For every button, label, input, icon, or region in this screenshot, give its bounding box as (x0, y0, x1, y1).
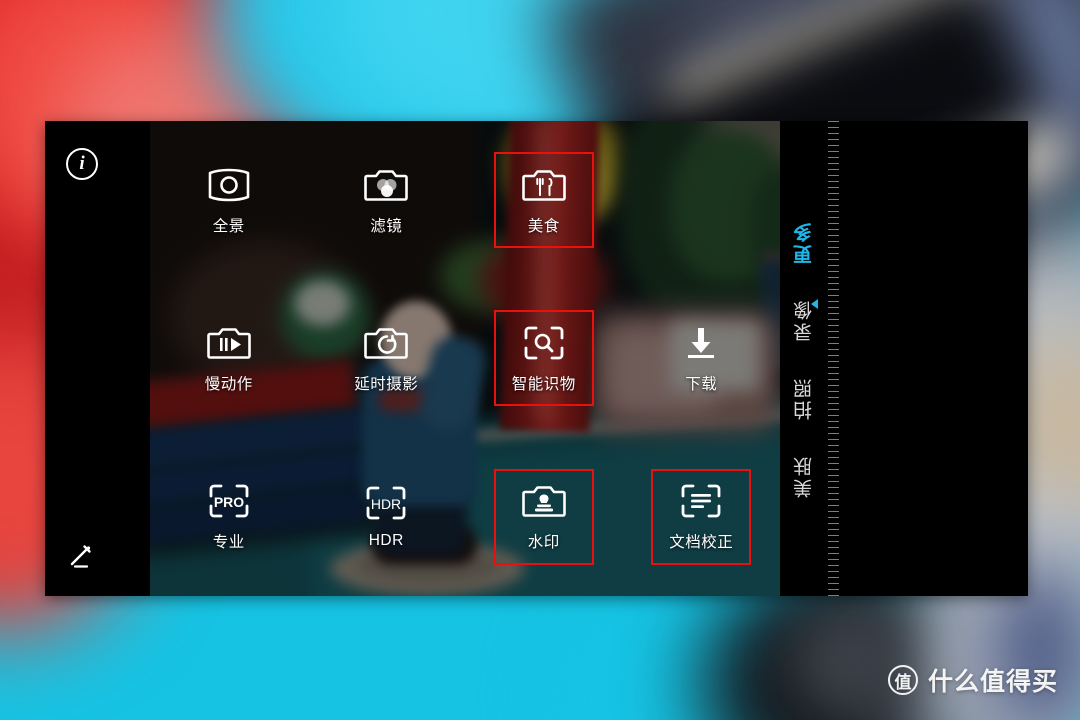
mode-item-label: 下载 (685, 375, 718, 393)
mode-rail-item-more[interactable]: 更多 (791, 220, 818, 264)
phone-screenshot-panel: 全景 滤镜 美食 慢动作 延时摄影 智能识物 下载 PRO 专业 HDR HDR… (45, 121, 1028, 596)
download-icon (688, 327, 715, 358)
pro-icon: PRO (209, 484, 249, 518)
mode-item-document-scan[interactable]: 文档校正 (651, 468, 752, 565)
smzdm-watermark-text: 什么值得买 (927, 668, 1058, 696)
mode-item-filter[interactable]: 滤镜 (338, 154, 434, 246)
mode-item-slow-motion[interactable]: 慢动作 (181, 312, 277, 404)
backdrop-blob (790, 600, 910, 720)
camera-mode-grid: 全景 滤镜 美食 慢动作 延时摄影 智能识物 下载 PRO 专业 HDR HDR… (150, 121, 780, 596)
mode-item-label: 滤镜 (370, 217, 403, 235)
mode-item-hdr[interactable]: HDR HDR (338, 471, 434, 563)
smzdm-badge-icon: 值 (887, 665, 918, 695)
mode-item-label: 全景 (212, 217, 245, 235)
smzdm-watermark: 值 什么值得买 (887, 662, 1058, 698)
mode-rail-item-beauty[interactable]: 美肤 (791, 454, 818, 498)
mode-item-food[interactable]: 美食 (493, 152, 594, 249)
object-recognition-icon (524, 326, 564, 360)
slow-motion-icon (206, 328, 251, 359)
time-lapse-icon (364, 328, 409, 359)
document-scan-icon (681, 484, 721, 518)
mode-item-object-recognition[interactable]: 智能识物 (493, 310, 594, 407)
mode-item-label: 慢动作 (204, 375, 253, 393)
camera-right-panel: 更多 录像 拍照 美肤 (780, 121, 1028, 596)
pro-icon-text: PRO (214, 494, 244, 510)
food-icon (521, 169, 566, 201)
mode-item-download[interactable]: 下载 (653, 312, 749, 404)
mode-item-label: 延时摄影 (354, 375, 419, 393)
info-icon[interactable]: i (66, 148, 98, 180)
pencil-icon[interactable] (65, 540, 99, 574)
zoom-ruler[interactable] (828, 121, 850, 596)
camera-left-bar: i (45, 121, 150, 596)
mode-item-pro[interactable]: PRO 专业 (181, 471, 277, 563)
mode-item-label: 美食 (527, 217, 560, 235)
camera-mode-rail: 更多 录像 拍照 美肤 (780, 121, 828, 596)
mode-item-panorama[interactable]: 全景 (181, 154, 277, 246)
filter-icon (364, 169, 409, 201)
mode-rail-item-photo[interactable]: 拍照 (791, 376, 818, 420)
mode-rail-active-caret-icon (811, 299, 818, 309)
mode-item-label: 智能识物 (511, 375, 576, 393)
watermark-icon (521, 486, 566, 518)
mode-item-time-lapse[interactable]: 延时摄影 (338, 312, 434, 404)
mode-item-label: 专业 (212, 534, 245, 552)
panorama-icon (208, 168, 250, 201)
hdr-icon: HDR (366, 486, 406, 520)
hdr-icon-text: HDR (371, 496, 401, 512)
mode-item-empty (653, 154, 749, 246)
mode-item-label: 水印 (527, 534, 560, 552)
mode-item-label: 文档校正 (669, 534, 734, 552)
mode-item-label: HDR (368, 532, 404, 550)
mode-item-watermark[interactable]: 水印 (493, 468, 594, 565)
